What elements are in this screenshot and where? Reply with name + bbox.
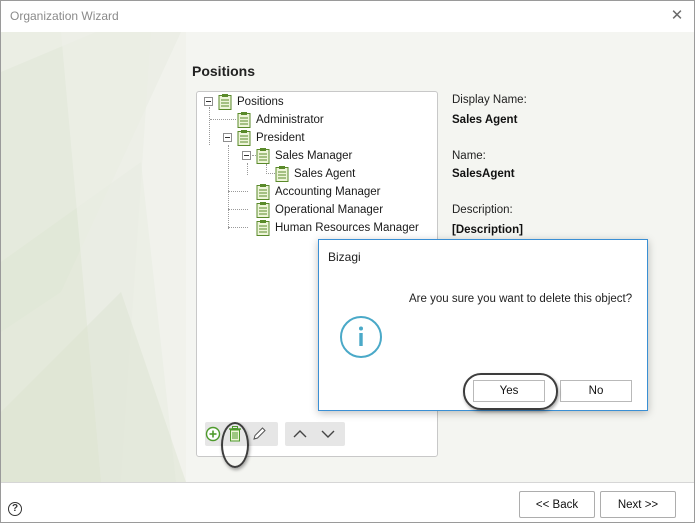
help-icon[interactable]: ? <box>8 502 22 516</box>
tree-node-label: Human Resources Manager <box>275 222 419 234</box>
edit-button[interactable] <box>249 424 269 444</box>
info-icon <box>340 316 382 358</box>
collapse-icon[interactable] <box>223 133 232 142</box>
description-label: Description: <box>452 204 513 216</box>
description-value: [Description] <box>452 224 523 236</box>
display-name-value: Sales Agent <box>452 114 518 126</box>
tree-node-label: Operational Manager <box>275 204 384 216</box>
page-title: Positions <box>192 63 256 79</box>
pencil-icon <box>253 427 266 440</box>
wizard-footer: ? << Back Next >> <box>1 482 694 522</box>
chevron-down-icon <box>321 430 335 438</box>
tree-node-label: Sales Manager <box>275 150 353 162</box>
move-down-button[interactable] <box>318 424 338 444</box>
tree-node-sales-manager[interactable]: Sales Manager <box>256 147 352 165</box>
tree-node-label: Sales Agent <box>294 168 356 180</box>
position-doc-icon <box>237 112 251 128</box>
position-doc-icon <box>237 130 251 146</box>
delete-confirmation-dialog: Bizagi Are you sure you want to delete t… <box>318 239 648 411</box>
tree-connector <box>228 227 248 228</box>
add-button[interactable] <box>203 424 223 444</box>
tree-node-operational-manager[interactable]: Operational Manager <box>256 201 383 219</box>
tree-connector <box>228 209 248 210</box>
organization-wizard-window: Organization Wizard ✕ Positions Position… <box>0 0 695 523</box>
tree-node-label: Administrator <box>256 114 324 126</box>
window-title: Organization Wizard <box>10 9 119 23</box>
next-button[interactable]: Next >> <box>600 491 676 518</box>
close-icon[interactable]: ✕ <box>668 7 686 25</box>
tree-node-label: Positions <box>237 96 284 108</box>
move-button-group <box>285 422 345 446</box>
tree-connector <box>247 163 248 175</box>
tree-node-label: Accounting Manager <box>275 186 381 198</box>
no-button[interactable]: No <box>560 380 632 402</box>
tree-connector <box>210 119 236 120</box>
dialog-message: Are you sure you want to delete this obj… <box>409 293 633 305</box>
tree-node-human-resources-manager[interactable]: Human Resources Manager <box>256 219 419 237</box>
back-button[interactable]: << Back <box>519 491 595 518</box>
collapse-icon[interactable] <box>242 151 251 160</box>
tree-node-sales-agent[interactable]: Sales Agent <box>275 165 355 183</box>
tree-connector <box>228 145 229 229</box>
title-bar: Organization Wizard ✕ <box>1 1 694 32</box>
position-doc-icon <box>218 94 232 110</box>
position-doc-icon <box>256 184 270 200</box>
dialog-title: Bizagi <box>328 250 361 264</box>
tree-node-label: President <box>256 132 305 144</box>
move-up-button[interactable] <box>290 424 310 444</box>
name-value: SalesAgent <box>452 168 515 180</box>
add-icon <box>205 426 221 442</box>
chevron-up-icon <box>293 430 307 438</box>
position-doc-icon <box>256 202 270 218</box>
tree-node-accounting-manager[interactable]: Accounting Manager <box>256 183 380 201</box>
tree-node-president[interactable]: President <box>237 129 305 147</box>
collapse-icon[interactable] <box>204 97 213 106</box>
tree-node-positions[interactable]: Positions <box>218 93 284 111</box>
position-doc-icon <box>256 148 270 164</box>
delete-highlight-annotation <box>221 422 249 468</box>
tree-connector <box>209 107 210 145</box>
tree-connector <box>228 191 248 192</box>
display-name-label: Display Name: <box>452 94 527 106</box>
tree-node-administrator[interactable]: Administrator <box>237 111 324 129</box>
name-label: Name: <box>452 150 486 162</box>
yes-highlight-annotation <box>463 373 558 410</box>
position-doc-icon <box>275 166 289 182</box>
position-doc-icon <box>256 220 270 236</box>
